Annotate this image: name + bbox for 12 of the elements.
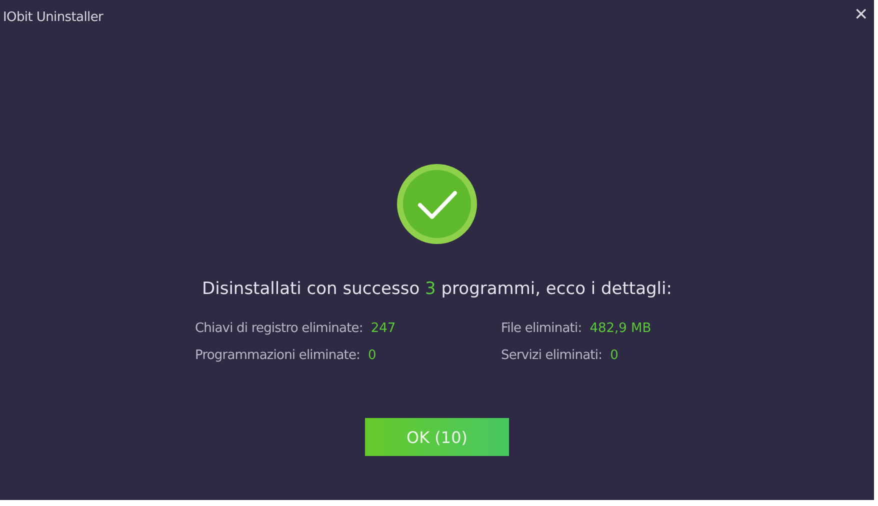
result-message: Disinstallati con successo 3 programmi, ecco i dettagli:: [202, 279, 672, 299]
success-check-icon: [396, 163, 478, 245]
window-title: IObit Uninstaller: [3, 10, 104, 25]
stat-value: 0: [610, 348, 618, 363]
stat-value: 0: [368, 348, 376, 363]
stat-value: 482,9 MB: [590, 321, 652, 336]
stat-label: File eliminati:: [501, 321, 582, 336]
stat-label: Chiavi di registro eliminate:: [195, 321, 363, 336]
stat-label: Servizi eliminati:: [501, 348, 602, 363]
close-button[interactable]: ✕: [854, 6, 868, 23]
stat-value: 247: [370, 321, 396, 336]
stat-label: Programmazioni eliminate:: [195, 348, 360, 363]
